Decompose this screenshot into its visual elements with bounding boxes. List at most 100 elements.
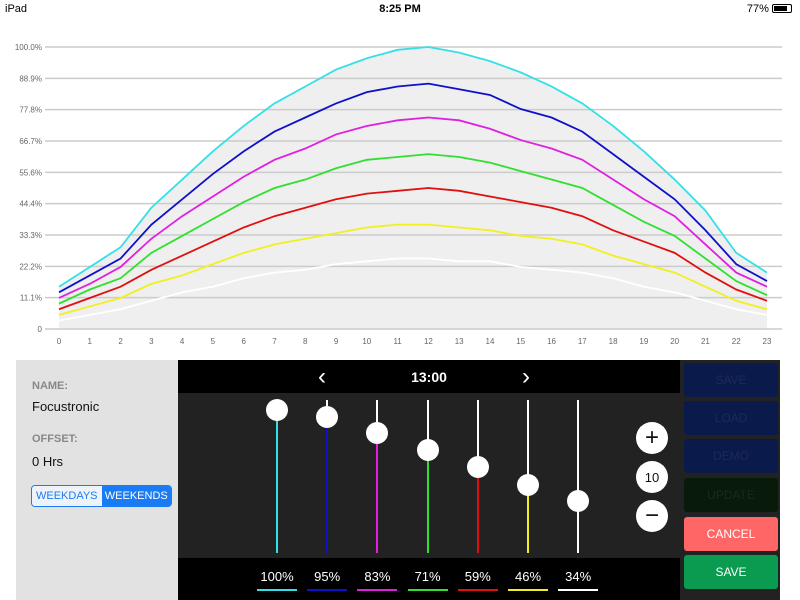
y-tick-label: 100.0% [15,43,42,52]
cancel-button[interactable]: CANCEL [684,517,778,551]
x-tick-label: 13 [455,337,464,346]
slider-knob[interactable] [316,405,339,428]
time-navigator: ‹ 13:00 › [178,360,680,393]
x-tick-label: 6 [241,337,246,346]
slider-fill [376,434,379,553]
offset-label: OFFSET: [32,433,78,445]
channel-editor: ‹ 13:00 › + 10 − 100% 95% 83% 71% 59% 46% 34% [178,360,680,600]
save-top-button[interactable]: SAVE [684,363,778,397]
slider-fill [476,467,479,553]
step-value: 10 [636,461,668,493]
x-tick-label: 0 [57,337,62,346]
save-button[interactable]: SAVE [684,555,778,589]
x-tick-label: 20 [670,337,679,346]
load-button[interactable]: LOAD [684,401,778,435]
channel-color-underline [508,589,548,591]
demo-button[interactable]: DEMO [684,439,778,473]
y-tick-label: 33.3% [19,231,42,240]
slider-knob[interactable] [567,490,590,513]
battery-status: 77% [747,3,792,15]
x-tick-label: 15 [516,337,525,346]
channel-color-underline [307,589,348,591]
y-tick-label: 55.6% [19,168,42,177]
x-tick-label: 23 [763,337,772,346]
channel-slider[interactable] [365,400,389,553]
x-tick-label: 4 [180,337,185,346]
profile-panel: NAME: Focustronic OFFSET: 0 Hrs WEEKDAYS… [16,360,178,600]
chevron-right-icon[interactable]: › [522,363,530,391]
channel-percent: 46% [514,569,542,584]
x-tick-label: 2 [118,337,123,346]
slider-knob[interactable] [517,473,539,496]
slider-fill [426,451,429,553]
x-tick-label: 19 [639,337,648,346]
x-tick-label: 9 [334,337,339,346]
channel-slider[interactable] [416,400,440,553]
channel-percent-bar: 100% 95% 83% 71% 59% 46% 34% [178,558,680,600]
x-tick-label: 21 [701,337,710,346]
channel-color-underline [357,589,398,591]
x-tick-label: 18 [609,337,618,346]
channel-slider[interactable] [566,400,590,553]
y-tick-label: 88.9% [19,74,42,83]
slider-knob[interactable] [416,439,439,462]
profile-name: Focustronic [32,399,100,414]
action-buttons: SAVE LOAD DEMO UPDATE CANCEL SAVE [680,360,780,600]
offset-value: 0 Hrs [32,454,64,469]
update-button[interactable]: UPDATE [684,478,778,512]
channel-color-underline [457,589,498,591]
weekdays-tab[interactable]: WEEKDAYS [32,486,102,506]
channel-color-underline [558,589,599,591]
channel-percent: 34% [565,569,592,584]
slider-fill [527,485,529,553]
minus-button[interactable]: − [636,500,668,532]
x-tick-label: 12 [424,337,433,346]
y-tick-label: 77.8% [19,106,42,115]
y-tick-label: 66.7% [19,137,42,146]
current-time: 13:00 [411,369,447,385]
x-tick-label: 17 [578,337,587,346]
x-tick-label: 8 [303,337,308,346]
name-label: NAME: [32,380,69,392]
channel-percent: 59% [464,569,491,584]
y-tick-label: 44.4% [19,200,42,209]
status-bar: iPad 8:25 PM 77% [0,0,800,18]
slider-track [577,400,580,503]
x-tick-label: 5 [211,337,216,346]
channel-percent: 83% [364,569,391,584]
slider-fill [326,417,329,553]
light-schedule-chart: 0 11.1% 22.2% 33.3% 44.4% 55.6% 66.7% 77.8% 88.9… [15,43,782,346]
clock: 8:25 PM [379,3,421,15]
channel-slider[interactable] [265,399,289,553]
channel-color-underline [407,589,448,591]
channel-percent: 100% [260,569,294,584]
slider-track [527,400,529,486]
y-tick-label: 11.1% [20,294,42,303]
x-tick-label: 11 [393,337,402,346]
x-tick-label: 7 [272,337,277,346]
x-tick-label: 16 [547,337,556,346]
channel-percent: 71% [414,569,441,584]
x-tick-label: 10 [362,337,371,346]
channel-slider[interactable] [315,400,339,553]
weekends-tab[interactable]: WEEKENDS [101,486,171,506]
slider-knob[interactable] [266,399,288,421]
x-tick-label: 1 [88,337,93,346]
plus-button[interactable]: + [636,422,668,454]
channel-percent: 95% [314,569,341,584]
channel-slider[interactable] [466,400,490,553]
x-tick-label: 14 [486,337,495,346]
y-tick-label: 22.2% [19,262,42,271]
channel-color-underline [257,589,297,591]
slider-fill [276,411,278,553]
battery-icon [772,4,792,13]
area-fill [59,47,767,329]
day-type-toggle: WEEKDAYS WEEKENDS [31,485,172,507]
x-tick-label: 22 [732,337,741,346]
slider-knob[interactable] [466,455,489,478]
y-tick-label: 0 [38,325,43,334]
x-tick-label: 3 [149,337,154,346]
channel-slider[interactable] [516,400,540,553]
slider-knob[interactable] [366,422,389,445]
battery-percent: 77% [746,3,769,15]
